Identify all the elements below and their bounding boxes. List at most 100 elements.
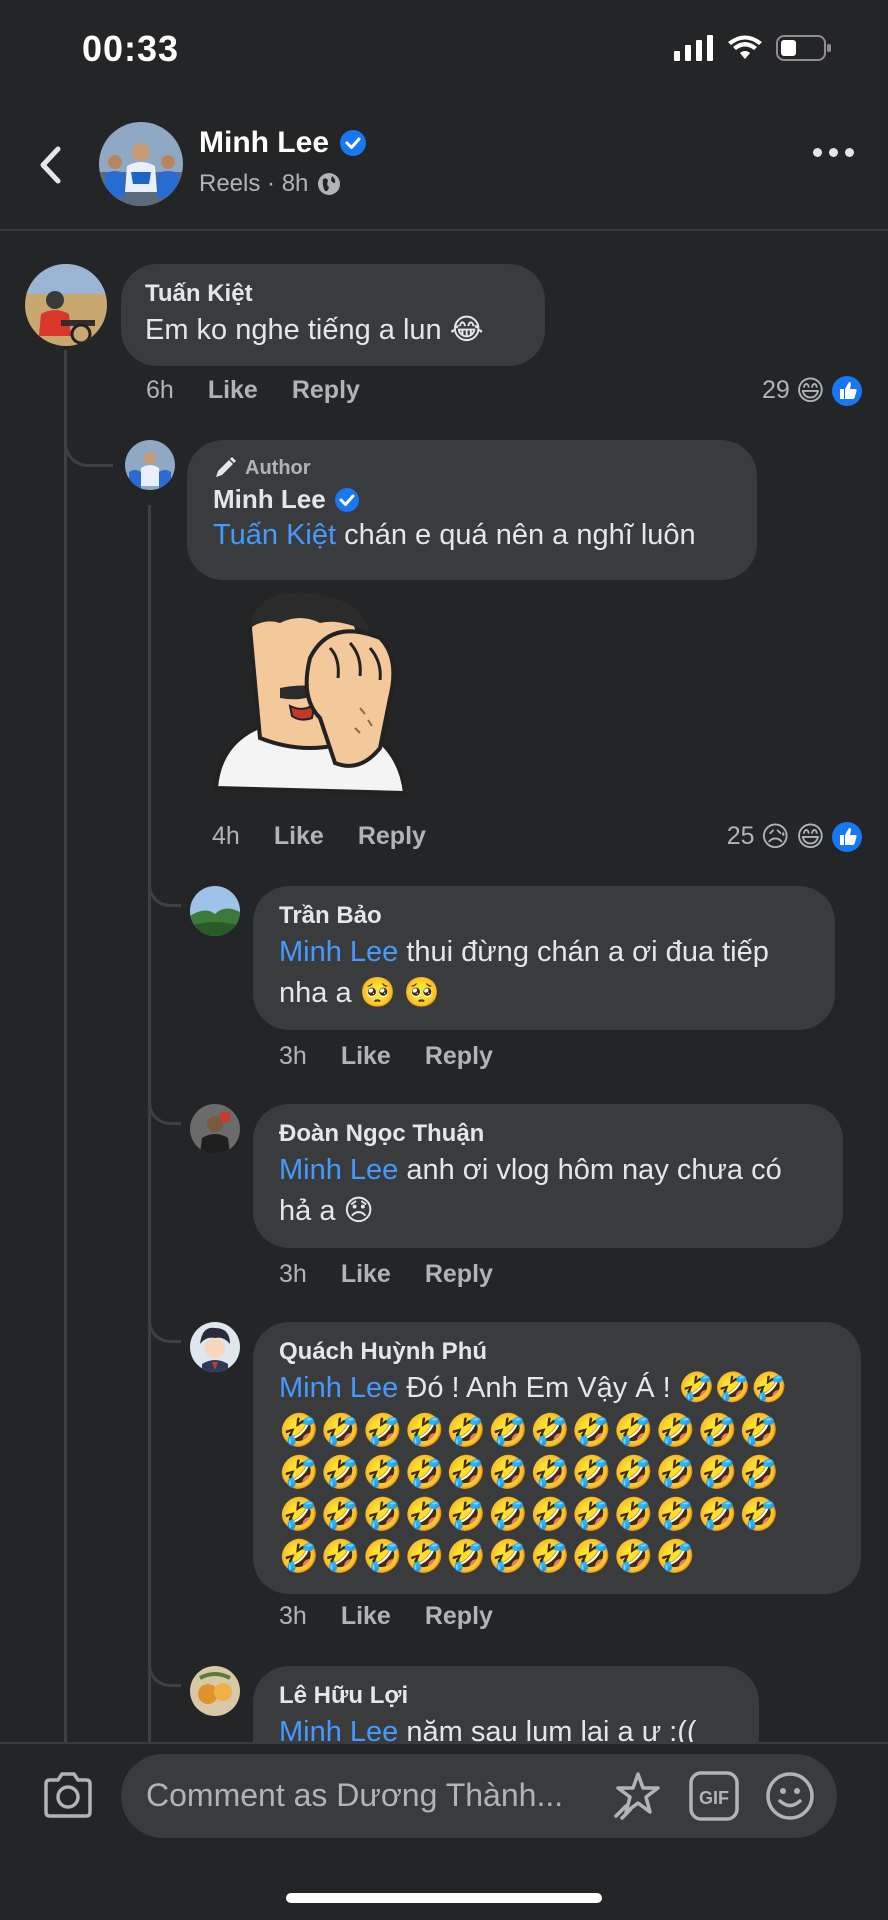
battery-icon — [776, 35, 831, 61]
comment-time: 3h — [279, 1042, 307, 1070]
signal-icon — [674, 35, 713, 61]
thread-connector — [148, 1286, 181, 1343]
comment-actions: 3h Like Reply — [279, 1260, 493, 1289]
comment-actions: 4h Like Reply — [212, 822, 426, 851]
comment-time: 6h — [146, 376, 174, 404]
gif-button[interactable]: GIF — [688, 1770, 740, 1827]
mention-link[interactable]: Minh Lee — [279, 936, 398, 968]
camera-button[interactable] — [42, 1772, 94, 1823]
comment-time: 3h — [279, 1260, 307, 1288]
emoji-row: 🤣🤣🤣🤣🤣🤣🤣🤣🤣🤣🤣🤣 — [279, 1496, 782, 1532]
comment-time: 4h — [212, 822, 240, 850]
avatar[interactable] — [190, 1666, 240, 1716]
like-button[interactable]: Like — [274, 822, 324, 851]
like-button[interactable]: Like — [341, 1602, 391, 1631]
reply-button[interactable]: Reply — [292, 376, 360, 405]
chevron-left-icon — [40, 146, 61, 184]
comment-text-line2: nha a 🥺 🥺 — [279, 977, 440, 1009]
haha-reaction-icon: 😄 — [795, 821, 825, 852]
home-indicator — [286, 1893, 602, 1903]
like-button[interactable]: Like — [341, 1042, 391, 1071]
reaction-summary[interactable]: 25 😥 😄 — [727, 820, 863, 853]
comment-text: Minh Lee Đó ! Anh Em Vậy Á ! 🤣🤣🤣 — [279, 1372, 788, 1404]
header-subtitle: Reels · 8h — [199, 170, 342, 198]
comment-bubble[interactable]: Đoàn Ngọc Thuận Minh Lee anh ơi vlog hôm… — [253, 1104, 843, 1248]
emoji-button[interactable] — [764, 1770, 816, 1827]
more-options-button[interactable] — [813, 148, 854, 157]
author-badge-label: Author — [245, 456, 311, 479]
gif-icon: GIF — [689, 1771, 739, 1821]
comment-author[interactable]: Lê Hữu Lợi — [279, 1682, 733, 1710]
comment-actions: 3h Like Reply — [279, 1042, 493, 1071]
comment-bubble[interactable]: Quách Huỳnh Phú Minh Lee Đó ! Anh Em Vậy… — [253, 1322, 861, 1594]
comment-actions: 3h Like Reply — [279, 1602, 493, 1631]
comment-bubble[interactable]: Author Minh Lee Tuấn Kiệt chán e quá nên… — [187, 440, 757, 580]
thread-connector — [148, 1068, 181, 1125]
comment-author[interactable]: Trần Bảo — [279, 902, 809, 930]
comment-author[interactable]: Quách Huỳnh Phú — [279, 1338, 835, 1366]
status-icons — [674, 34, 832, 62]
comment-author[interactable]: Tuấn Kiệt — [145, 280, 521, 308]
pen-icon — [216, 457, 236, 477]
avatar-sticker-button[interactable] — [612, 1770, 664, 1827]
comment-author[interactable]: Minh Lee — [213, 484, 326, 515]
verified-badge-icon — [334, 487, 359, 512]
header-title[interactable]: Minh Lee — [199, 126, 367, 160]
mention-link[interactable]: Minh Lee — [279, 1372, 398, 1404]
emoji-row: 🤣🤣🤣🤣🤣🤣🤣🤣🤣🤣🤣🤣 — [279, 1454, 782, 1490]
reaction-summary[interactable]: 29 😄 — [762, 374, 863, 407]
comment-text: Em ko nghe tiếng a lun 😂 — [145, 314, 484, 346]
wifi-icon — [728, 35, 762, 59]
avatar[interactable] — [190, 886, 240, 936]
avatar[interactable] — [190, 1322, 240, 1372]
avatar-sticker-icon — [614, 1772, 660, 1820]
verified-badge-icon — [340, 130, 367, 156]
mention-link[interactable]: Tuấn Kiệt — [213, 519, 336, 551]
comment-time: 3h — [279, 1602, 307, 1630]
sad-reaction-icon: 😥 — [760, 821, 790, 852]
globe-icon — [318, 173, 341, 195]
emoji-row: 🤣🤣🤣🤣🤣🤣🤣🤣🤣🤣 — [279, 1538, 698, 1574]
camera-icon — [44, 1772, 92, 1818]
comment-text: Minh Lee anh ơi vlog hôm nay chưa có — [279, 1154, 782, 1186]
haha-reaction-icon: 😄 — [795, 375, 825, 406]
like-button[interactable]: Like — [208, 376, 258, 405]
smiley-icon — [766, 1772, 814, 1820]
header-name[interactable]: Minh Lee — [199, 126, 329, 160]
comment-text: Tuấn Kiệt chán e quá nên a nghĩ luôn — [213, 519, 696, 551]
comment-author[interactable]: Đoàn Ngọc Thuận — [279, 1120, 817, 1148]
comment-actions: 6h Like Reply — [146, 376, 360, 405]
comment-bubble[interactable]: Trần Bảo Minh Lee thui đừng chán a ơi đu… — [253, 886, 835, 1030]
thread-connector — [148, 1630, 181, 1687]
emoji-row: 🤣🤣🤣🤣🤣🤣🤣🤣🤣🤣🤣🤣 — [279, 1412, 782, 1448]
like-reaction-icon — [832, 375, 862, 406]
comment-input-placeholder: Comment as Dương Thành... — [146, 1777, 564, 1813]
reaction-count: 25 — [726, 822, 755, 850]
header-subtitle-text: Reels · 8h — [199, 170, 309, 197]
thread-connector — [148, 850, 181, 907]
avatar[interactable] — [125, 440, 175, 490]
comment-text: Minh Lee thui đừng chán a ơi đua tiếp — [279, 936, 769, 968]
header-avatar[interactable] — [99, 122, 183, 206]
comment-text-line2: hả a 😞 — [279, 1195, 374, 1227]
author-badge: Author — [213, 456, 731, 480]
avatar[interactable] — [25, 264, 107, 346]
header-divider — [0, 229, 888, 231]
thread-line — [64, 350, 67, 1745]
comment-bubble[interactable]: Tuấn Kiệt Em ko nghe tiếng a lun 😂 — [121, 264, 545, 366]
status-time: 00:33 — [82, 28, 180, 69]
reply-button[interactable]: Reply — [425, 1260, 493, 1289]
avatar[interactable] — [190, 1104, 240, 1154]
reply-button[interactable]: Reply — [425, 1602, 493, 1631]
svg-text:GIF: GIF — [699, 1788, 729, 1808]
reaction-count: 29 — [761, 376, 790, 404]
back-button[interactable] — [30, 140, 70, 190]
facepalm-sticker[interactable] — [210, 588, 410, 808]
reply-thread-line — [148, 505, 151, 1745]
like-reaction-icon — [832, 821, 862, 852]
reply-button[interactable]: Reply — [425, 1042, 493, 1071]
thread-connector — [64, 400, 113, 467]
mention-link[interactable]: Minh Lee — [279, 1154, 398, 1186]
reply-button[interactable]: Reply — [358, 822, 426, 851]
like-button[interactable]: Like — [341, 1260, 391, 1289]
